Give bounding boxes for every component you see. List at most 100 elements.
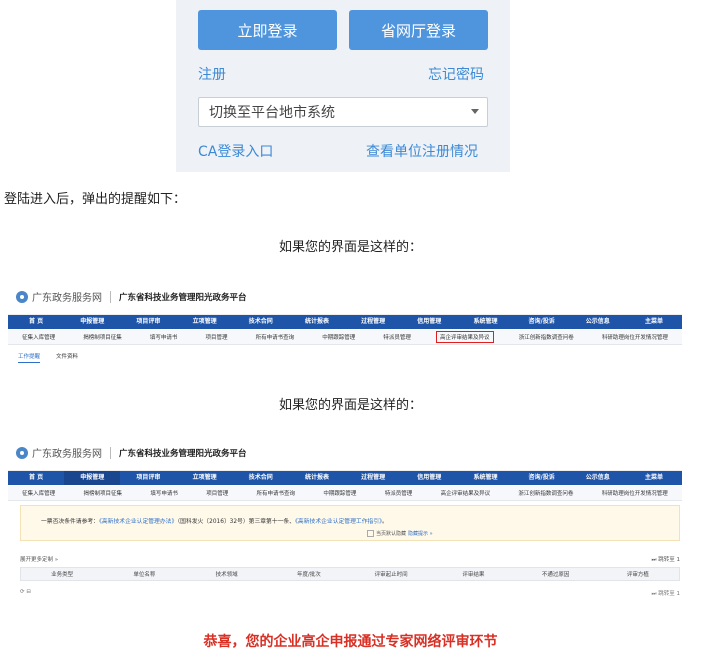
- subnav-item[interactable]: 科研助理岗位开发情况管理: [599, 488, 671, 498]
- notice-box: 一票否决条件请参考：《高新技术企业认定管理办法》（国科发火〔2016〕32号）第…: [20, 505, 680, 541]
- sub-nav: 征集入库管理 揭榜制项目征集 填写申请书 项目管理 所有申请书查询 中期跟踪管理…: [8, 330, 682, 345]
- column-header[interactable]: 评审结果: [432, 570, 514, 578]
- nav-item[interactable]: 咨询/投诉: [514, 315, 570, 329]
- subnav-item[interactable]: 浙江创新指数调查问卷: [515, 488, 576, 498]
- portal-title: 广东省科技业务管理阳光政务平台: [119, 448, 247, 459]
- nav-item[interactable]: 首 页: [8, 471, 64, 485]
- nav-item[interactable]: 技术合同: [233, 471, 289, 485]
- notice-link-2[interactable]: 《高新技术企业认定管理工作指引》: [295, 519, 382, 525]
- portal-brand: 广东政务服务网: [32, 449, 102, 460]
- subnav-item[interactable]: 填写申请书: [147, 332, 181, 342]
- subnav-item[interactable]: 揭榜制项目征集: [80, 332, 125, 342]
- subnav-item[interactable]: 特派员管理: [380, 332, 414, 342]
- nav-item[interactable]: 过程管理: [345, 471, 401, 485]
- nav-item[interactable]: 系统管理: [457, 471, 513, 485]
- portal-screenshot-1: 广东政务服务网 广东省科技业务管理阳光政务平台 首 页 申报管理 项目评审 立项…: [8, 282, 682, 370]
- nav-item[interactable]: 过程管理: [345, 315, 401, 329]
- subnav-item[interactable]: 浙江创新指数调查问卷: [516, 332, 577, 342]
- register-link[interactable]: 注册: [198, 64, 226, 84]
- notice-link-1[interactable]: 《高新技术企业认定管理办法》: [99, 519, 177, 525]
- congrats-message: 恭喜，您的企业高企申报通过专家网络评审环节: [203, 634, 498, 650]
- portal-screenshot-2: 广东政务服务网 广东省科技业务管理阳光政务平台 首 页 申报管理 项目评审 立项…: [8, 438, 682, 606]
- page-jump-bottom[interactable]: ⏭ 跳转至 1: [652, 589, 680, 598]
- case-caption-1: 如果您的界面是这样的：: [278, 240, 422, 255]
- subnav-item[interactable]: 项目管理: [203, 488, 231, 498]
- chevron-down-icon: [471, 109, 479, 114]
- nav-item[interactable]: 信用管理: [401, 315, 457, 329]
- table-footer: ⟳ ⊟ ⏭ 跳转至 1: [20, 589, 680, 598]
- table-toolbar: 展开更多定制 » ⏭ 跳转至 1: [20, 555, 680, 563]
- subnav-item[interactable]: 中期跟踪管理: [319, 332, 358, 342]
- portal-title: 广东省科技业务管理阳光政务平台: [119, 292, 247, 303]
- nav-item[interactable]: 信用管理: [401, 471, 457, 485]
- column-header[interactable]: 单位名称: [103, 570, 185, 578]
- portal-header: 广东政务服务网 广东省科技业务管理阳光政务平台: [8, 282, 682, 315]
- notice-text: 一票否决条件请参考：《高新技术企业认定管理办法》（国科发火〔2016〕32号）第…: [41, 516, 388, 525]
- sub-nav: 征集入库管理 揭榜制项目征集 填写申请书 项目管理 所有申请书查询 中期跟踪管理…: [8, 486, 682, 501]
- nav-item[interactable]: 首 页: [8, 315, 64, 329]
- case-caption-2: 如果您的界面是这样的：: [278, 398, 422, 413]
- subnav-item[interactable]: 项目管理: [202, 332, 230, 342]
- forgot-password-link[interactable]: 忘记密码: [428, 64, 484, 84]
- nav-item[interactable]: 公示信息: [570, 471, 626, 485]
- nav-item[interactable]: 统计报表: [289, 471, 345, 485]
- tab-work-reminder[interactable]: 工作提醒: [18, 352, 41, 363]
- portal-header: 广东政务服务网 广东省科技业务管理阳光政务平台: [8, 438, 682, 471]
- portal-brand: 广东政务服务网: [32, 293, 102, 304]
- notice-mid: （国科发火〔2016〕32号）第三章第十一条、: [177, 519, 296, 525]
- subnav-item[interactable]: 填写申请书: [147, 488, 181, 498]
- notice-suffix: 。: [381, 519, 388, 525]
- nav-item[interactable]: 立项管理: [177, 471, 233, 485]
- checkbox-icon[interactable]: [367, 530, 374, 537]
- column-header[interactable]: 不通过原因: [515, 570, 597, 578]
- subnav-item[interactable]: 所有申请书查询: [254, 488, 299, 498]
- column-header[interactable]: 年度/批次: [268, 570, 350, 578]
- nav-item[interactable]: 咨询/投诉: [514, 471, 570, 485]
- column-header[interactable]: 技术领域: [186, 570, 268, 578]
- subnav-item[interactable]: 征集入库管理: [19, 488, 58, 498]
- hide-notice-link[interactable]: 隐藏提示 »: [408, 530, 433, 537]
- notice-prefix: 一票否决条件请参考：: [41, 519, 99, 525]
- expand-custom-link[interactable]: 展开更多定制 »: [20, 557, 58, 563]
- hide-checkbox-label: 当页默认隐藏: [376, 531, 407, 537]
- subnav-item[interactable]: 高企评审结果及异议: [438, 488, 494, 498]
- portal-logo-icon: [16, 290, 28, 303]
- refresh-icon[interactable]: ⟳ ⊟: [20, 589, 31, 595]
- nav-item[interactable]: 公示信息: [570, 315, 626, 329]
- main-nav: 首 页 申报管理 项目评审 立项管理 技术合同 统计报表 过程管理 信用管理 系…: [8, 471, 682, 485]
- nav-item[interactable]: 主菜单: [626, 471, 682, 485]
- city-system-select-value: 切换至平台地市系统: [209, 105, 335, 121]
- nav-item[interactable]: 系统管理: [457, 315, 513, 329]
- intro-caption: 登陆进入后，弹出的提醒如下：: [4, 192, 187, 207]
- hide-checkbox[interactable]: 当页默认隐藏 隐藏提示 »: [367, 530, 433, 537]
- table-header: 业务类型 单位名称 技术领域 年度/批次 评审起止时间 评审结果 不通过原因 评…: [20, 567, 680, 581]
- subnav-item[interactable]: 特派员管理: [382, 488, 416, 498]
- nav-item-active[interactable]: 申报管理: [64, 471, 121, 485]
- tab-documents[interactable]: 文件资料: [56, 352, 78, 363]
- subnav-item[interactable]: 科研助理岗位开发情况管理: [599, 332, 671, 342]
- ca-login-link[interactable]: CA登录入口: [198, 141, 273, 161]
- subnav-item[interactable]: 所有申请书查询: [253, 332, 298, 342]
- nav-item[interactable]: 申报管理: [64, 315, 120, 329]
- login-button[interactable]: 立即登录: [198, 10, 337, 50]
- nav-item[interactable]: 项目评审: [120, 471, 176, 485]
- page-jump[interactable]: ⏭ 跳转至 1: [652, 555, 680, 564]
- nav-item[interactable]: 技术合同: [233, 315, 289, 329]
- subnav-item-highlighted[interactable]: 高企评审结果及异议: [436, 331, 494, 343]
- nav-item[interactable]: 项目评审: [120, 315, 176, 329]
- column-header[interactable]: 业务类型: [21, 570, 103, 578]
- province-login-button[interactable]: 省网厅登录: [349, 10, 488, 50]
- main-nav: 首 页 申报管理 项目评审 立项管理 技术合同 统计报表 过程管理 信用管理 系…: [8, 315, 682, 329]
- column-header[interactable]: 评审方植: [597, 570, 679, 578]
- unit-registration-link[interactable]: 查看单位注册情况: [366, 141, 478, 161]
- subnav-item[interactable]: 中期跟踪管理: [320, 488, 359, 498]
- portal-logo-icon: [16, 446, 28, 459]
- nav-item[interactable]: 统计报表: [289, 315, 345, 329]
- subnav-item[interactable]: 揭榜制项目征集: [81, 488, 126, 498]
- city-system-select[interactable]: 切换至平台地市系统: [198, 97, 488, 127]
- column-header[interactable]: 评审起止时间: [350, 570, 432, 578]
- nav-item[interactable]: 主菜单: [626, 315, 682, 329]
- nav-item[interactable]: 立项管理: [177, 315, 233, 329]
- subnav-item[interactable]: 征集入库管理: [19, 332, 58, 342]
- portal-tabs: 工作提醒 文件资料: [18, 352, 94, 363]
